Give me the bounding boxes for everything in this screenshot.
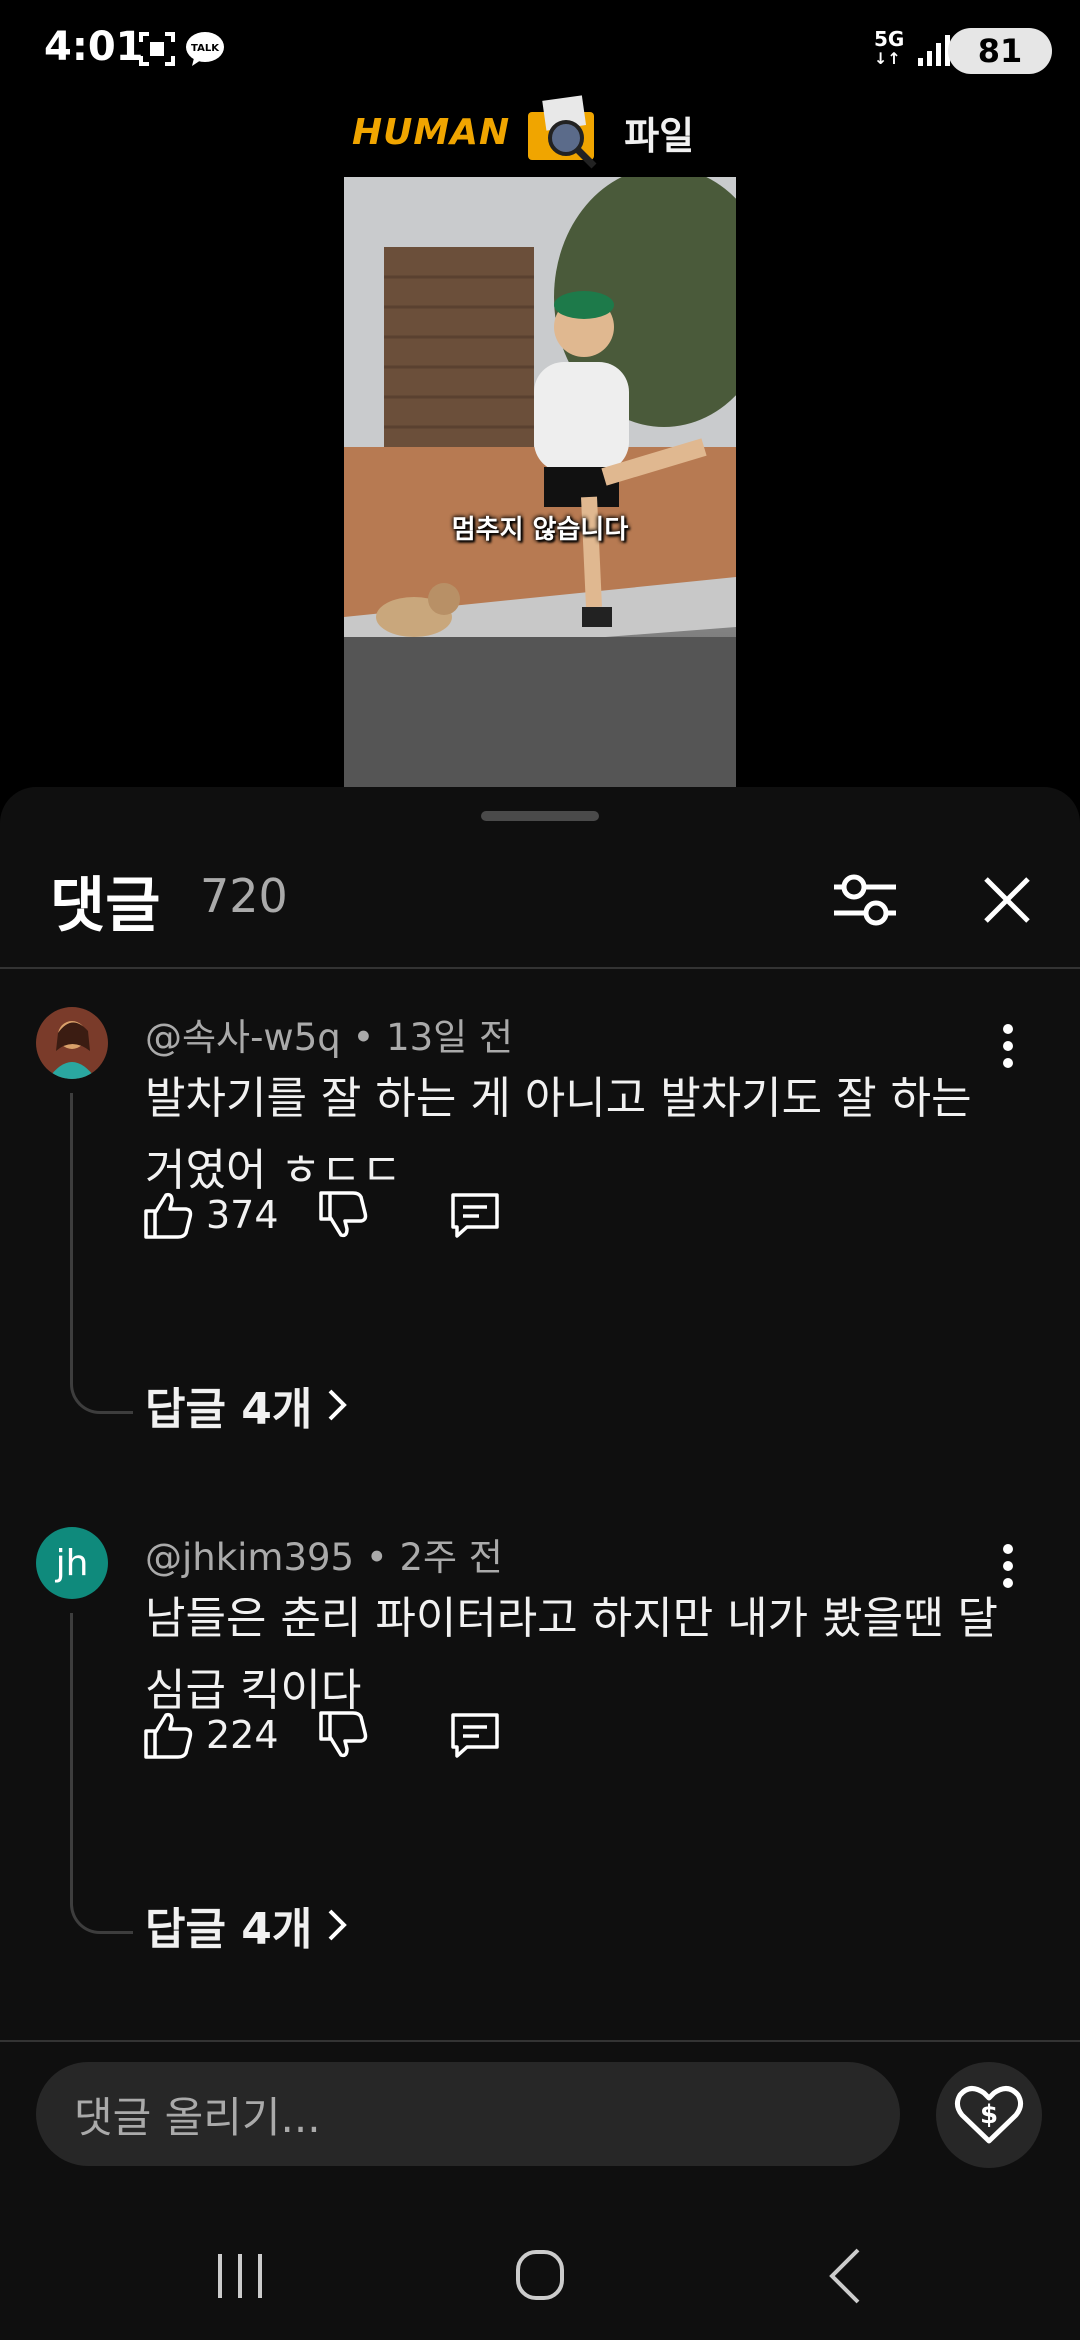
filter-icon[interactable] — [830, 865, 900, 935]
dislike-icon[interactable] — [317, 1709, 369, 1761]
logo-text-right: 파일 — [624, 113, 695, 158]
back-icon[interactable] — [806, 2236, 886, 2316]
comments-count: 720 — [200, 869, 288, 923]
input-divider — [0, 2040, 1080, 2042]
like-icon[interactable] — [142, 1709, 194, 1761]
drag-handle[interactable] — [481, 811, 599, 821]
comment-actions: 374 — [142, 1189, 501, 1241]
comment-meta: @속사-w5q • 13일 전 — [145, 1016, 514, 1059]
super-thanks-button[interactable]: $ — [936, 2062, 1042, 2168]
status-time: 4:01 — [44, 24, 144, 70]
replies-label: 답글 4개 — [145, 1904, 313, 1955]
heart-dollar-icon: $ — [954, 2086, 1024, 2144]
channel-logo: HUMAN 파일 — [352, 92, 694, 172]
comment-text: 발차기를 잘 하는 게 아니고 발차기도 잘 하는 거였어 ㅎㄷㄷ — [145, 1073, 972, 1196]
logo-text-left: HUMAN — [352, 111, 511, 153]
like-count: 224 — [206, 1713, 279, 1757]
comment-meta: @jhkim395 • 2주 전 — [145, 1536, 503, 1579]
header-divider — [0, 967, 1080, 969]
dislike-icon[interactable] — [317, 1189, 369, 1241]
close-icon[interactable] — [972, 865, 1042, 935]
reply-icon[interactable] — [449, 1709, 501, 1761]
view-replies-button[interactable]: 답글 4개 — [145, 1373, 348, 1437]
comment-input[interactable]: 댓글 올리기... — [36, 2062, 900, 2166]
svg-text:TALK: TALK — [191, 43, 220, 54]
thread-line — [70, 1093, 133, 1414]
recent-apps-icon[interactable] — [200, 2236, 280, 2316]
comments-title: 댓글 — [50, 871, 161, 941]
replies-label: 답글 4개 — [145, 1384, 313, 1435]
chevron-right-icon — [328, 1909, 348, 1941]
kakaotalk-icon: TALK — [186, 32, 224, 66]
svg-text:$: $ — [980, 2100, 998, 2130]
video-frame — [344, 177, 736, 787]
reply-icon[interactable] — [449, 1189, 501, 1241]
folder-magnifier-icon — [528, 95, 597, 169]
thread-line — [70, 1613, 133, 1934]
avatar-image — [36, 1007, 108, 1079]
comment-time: 13일 전 — [386, 1016, 514, 1059]
status-bar: 4:01 TALK 5G ↓↑ 81 — [0, 0, 1080, 100]
avatar[interactable]: jh — [36, 1527, 108, 1599]
signal-icon — [918, 35, 950, 66]
like-count: 374 — [206, 1193, 279, 1237]
comment-actions: 224 — [142, 1709, 501, 1761]
comment-author[interactable]: @속사-w5q — [145, 1016, 341, 1059]
home-icon[interactable] — [500, 2236, 580, 2316]
chevron-right-icon — [328, 1389, 348, 1421]
avatar[interactable] — [36, 1007, 108, 1079]
comment-item: @속사-w5q • 13일 전 발차기를 잘 하는 게 아니고 발차기도 잘 하… — [0, 1007, 1080, 1435]
comment-text: 남들은 춘리 파이터라고 하지만 내가 봤을땐 달심급 킥이다 — [145, 1593, 999, 1716]
battery-indicator: 81 — [948, 28, 1052, 74]
video-player[interactable]: 멈추지 않습니다 — [344, 177, 736, 787]
system-nav-bar — [0, 2200, 1080, 2340]
network-5g-indicator: 5G ↓↑ — [874, 27, 905, 68]
view-replies-button[interactable]: 답글 4개 — [145, 1893, 348, 1957]
screenshot-icon — [139, 32, 175, 66]
comment-author[interactable]: @jhkim395 — [145, 1536, 354, 1579]
like-icon[interactable] — [142, 1189, 194, 1241]
comment-time: 2주 전 — [399, 1536, 503, 1579]
video-caption: 멈추지 않습니다 — [451, 515, 629, 545]
comment-item: jh @jhkim395 • 2주 전 남들은 춘리 파이터라고 하지만 내가 … — [0, 1527, 1080, 1955]
